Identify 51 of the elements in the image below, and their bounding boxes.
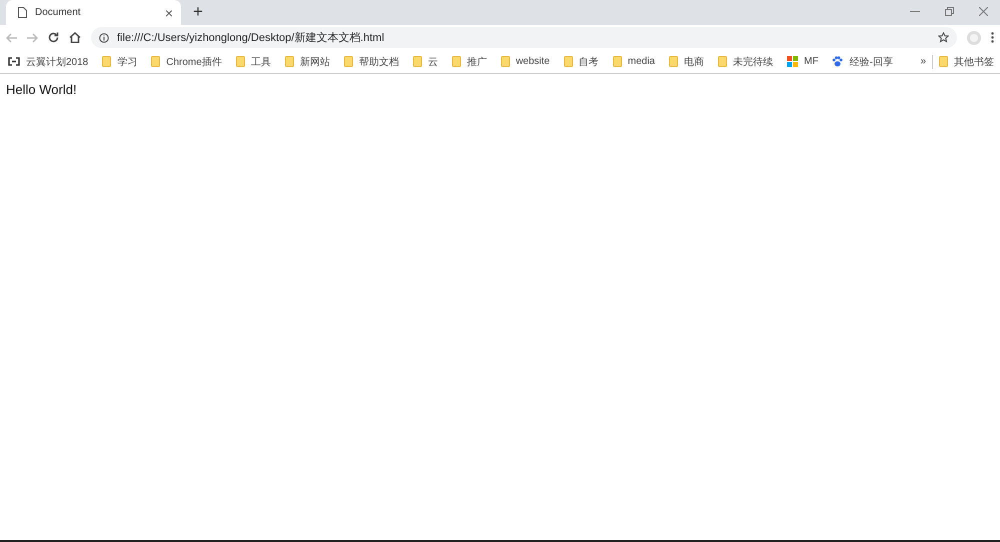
page-text: Hello World!	[6, 82, 77, 97]
info-icon	[99, 32, 109, 42]
bracket-icon	[8, 57, 20, 66]
document-icon	[18, 7, 27, 18]
folder-icon	[939, 56, 948, 67]
star-icon	[938, 32, 949, 43]
bookmark[interactable]: 未完待续	[718, 54, 773, 68]
bookmark[interactable]: 自考	[564, 54, 599, 68]
home-icon	[69, 32, 81, 43]
address-bar[interactable]: file:///C:/Users/yizhonglong/Desktop/新建文本文档.html	[91, 27, 957, 48]
folder-icon	[151, 56, 160, 67]
bookmark[interactable]: 电商	[668, 54, 704, 68]
folder-icon	[344, 56, 353, 67]
menu-icon	[991, 32, 994, 43]
tab-title: Document	[35, 7, 82, 18]
bookmark[interactable]: 云翼计划2018	[8, 54, 88, 68]
folder-icon	[718, 56, 727, 67]
bookmark[interactable]: 云	[412, 54, 438, 68]
close-tab-button[interactable]: ×	[164, 6, 173, 20]
browser-tab[interactable]: Document ×	[6, 0, 181, 25]
bookmark[interactable]: MF	[786, 56, 818, 67]
close-icon[interactable]	[978, 6, 988, 16]
bookmark[interactable]: 工具	[236, 54, 271, 68]
folder-icon	[500, 56, 510, 67]
paw-icon	[832, 56, 844, 67]
bookmark[interactable]: 推广	[452, 54, 487, 68]
bookmark[interactable]: 新网站	[284, 54, 330, 68]
folder-icon	[284, 56, 294, 67]
new-tab-button[interactable]: +	[193, 3, 203, 20]
avatar-icon	[967, 30, 981, 44]
folder-icon	[612, 56, 622, 67]
folder-icon	[412, 56, 422, 67]
folder-icon	[102, 56, 112, 67]
minimize-icon[interactable]	[910, 10, 920, 12]
folder-icon	[564, 56, 573, 67]
bookmark[interactable]: 经验-回享	[832, 54, 893, 68]
other-bookmarks[interactable]: 其他书签	[939, 54, 994, 68]
folder-icon	[452, 56, 461, 67]
windows-icon	[786, 56, 798, 67]
more-bookmarks-button[interactable]: »	[920, 56, 926, 67]
restore-icon[interactable]	[944, 6, 954, 16]
bookmark[interactable]: 帮助文档	[344, 54, 399, 68]
folder-icon	[236, 56, 245, 67]
bookmark[interactable]: 学习	[102, 54, 138, 68]
bookmark[interactable]: website	[500, 56, 550, 67]
bookmark[interactable]: Chrome插件	[151, 54, 222, 68]
forward-arrow-icon	[27, 32, 38, 42]
back-arrow-icon	[6, 32, 17, 42]
folder-icon	[668, 56, 678, 67]
bookmark[interactable]: media	[612, 56, 655, 67]
reload-icon	[48, 32, 59, 43]
